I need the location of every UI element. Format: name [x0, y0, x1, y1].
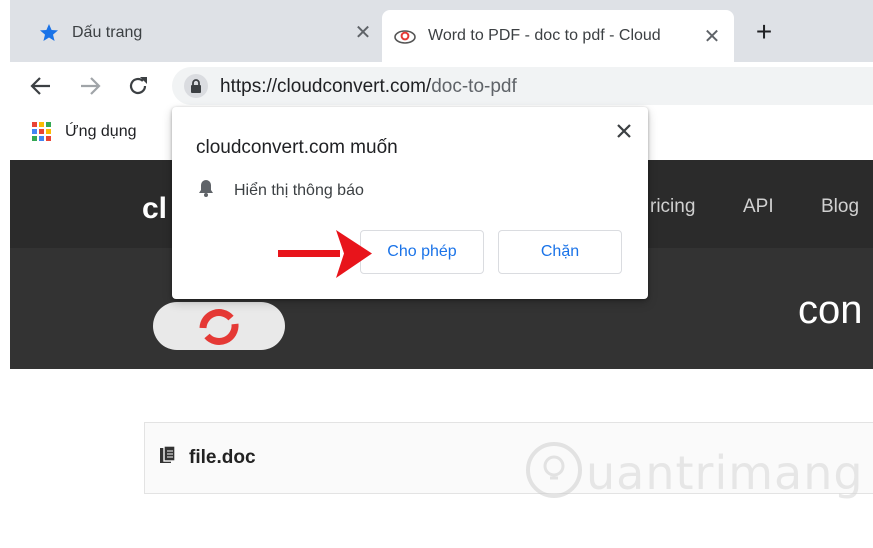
- reload-button[interactable]: [124, 72, 152, 100]
- close-icon[interactable]: ✕: [700, 24, 724, 48]
- block-button[interactable]: Chặn: [498, 230, 622, 274]
- dialog-title: cloudconvert.com muốn: [196, 137, 398, 158]
- back-button[interactable]: [27, 72, 55, 100]
- back-arrow-icon: [30, 77, 50, 95]
- nav-blog[interactable]: Blog: [821, 196, 859, 218]
- notification-permission-dialog: cloudconvert.com muốn Hiển thị thông báo…: [172, 107, 648, 299]
- cloudconvert-logo-icon: [153, 302, 285, 350]
- tab-strip: Dấu trang ✕ Word to PDF - doc to pdf - C…: [10, 0, 873, 62]
- address-bar[interactable]: https://cloudconvert.com/doc-to-pdf: [172, 67, 873, 105]
- tab-bookmarks[interactable]: Dấu trang ✕: [30, 12, 385, 53]
- url-host: https://cloudconvert.com/: [220, 76, 432, 97]
- apps-grid-icon: [32, 122, 51, 141]
- forward-button[interactable]: [76, 72, 104, 100]
- site-logo[interactable]: cl: [142, 192, 167, 226]
- lock-icon[interactable]: [184, 74, 208, 98]
- red-arrow-icon: [278, 230, 372, 278]
- apps-label: Ứng dụng: [65, 122, 137, 140]
- close-icon[interactable]: ✕: [351, 21, 375, 45]
- tab-title: Word to PDF - doc to pdf - Cloud: [428, 27, 661, 44]
- browser-window: Dấu trang ✕ Word to PDF - doc to pdf - C…: [10, 0, 873, 548]
- hero-title: con: [798, 288, 863, 332]
- url-path: doc-to-pdf: [431, 76, 517, 97]
- reload-icon: [129, 77, 147, 95]
- tab-title: Dấu trang: [72, 23, 143, 41]
- forward-arrow-icon: [81, 77, 101, 95]
- new-tab-button[interactable]: +: [750, 16, 778, 47]
- url-text: https://cloudconvert.com/doc-to-pdf: [220, 76, 517, 98]
- apps-shortcut[interactable]: Ứng dụng: [32, 122, 137, 141]
- watermark: uantrimang: [524, 438, 864, 512]
- permission-text: Hiển thị thông báo: [234, 181, 364, 199]
- document-icon: [159, 445, 177, 470]
- allow-button[interactable]: Cho phép: [360, 230, 484, 274]
- close-icon[interactable]: [612, 119, 636, 143]
- watermark-bulb-icon: [526, 442, 582, 498]
- watermark-text: uantrimang: [586, 446, 864, 500]
- cloudconvert-favicon-icon: [394, 25, 416, 47]
- file-name: file.doc: [189, 447, 256, 468]
- permission-row: Hiển thị thông báo: [198, 179, 364, 202]
- bell-icon: [198, 179, 214, 202]
- nav-api[interactable]: API: [743, 196, 774, 218]
- toolbar: https://cloudconvert.com/doc-to-pdf: [10, 62, 873, 110]
- star-icon: [38, 22, 60, 44]
- tab-word-to-pdf[interactable]: Word to PDF - doc to pdf - Cloud ✕: [382, 10, 734, 62]
- nav-pricing[interactable]: ricing: [650, 196, 695, 218]
